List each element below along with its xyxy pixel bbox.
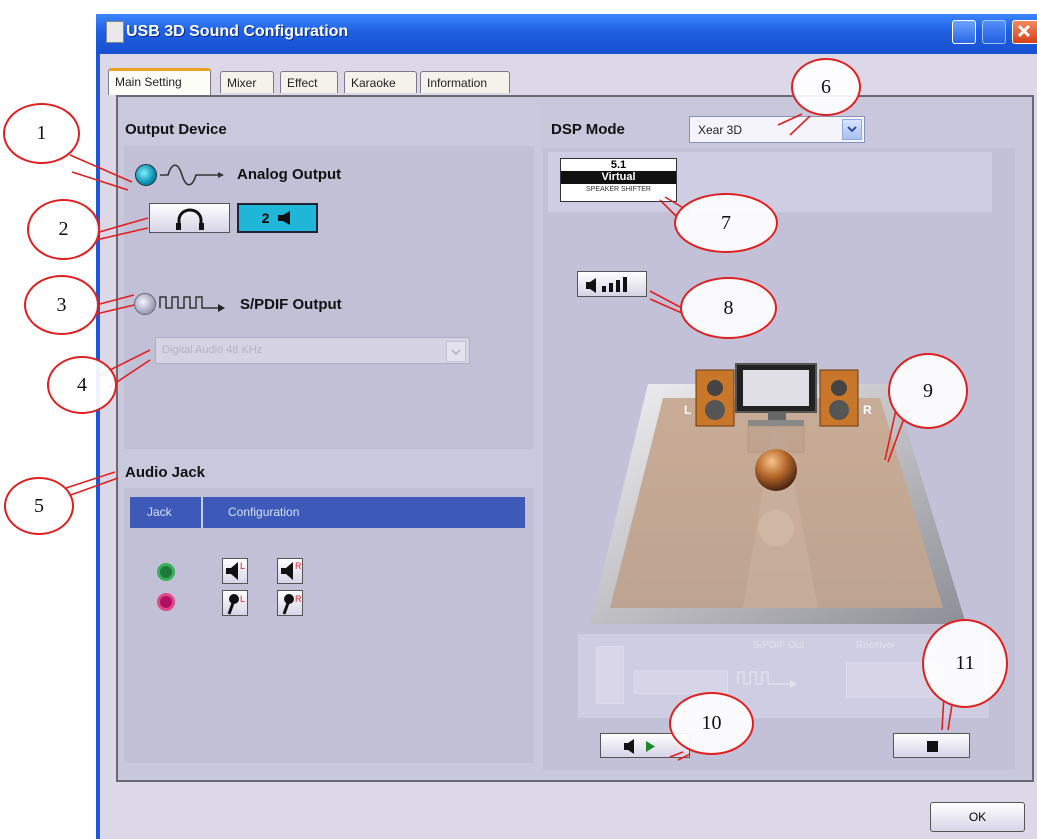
callout-9: 9 [888,353,968,429]
callout-5: 5 [4,477,74,535]
callout-11: 11 [922,619,1008,708]
callout-3: 3 [24,275,99,335]
callout-leaders [65,113,954,761]
callout-4: 4 [47,356,117,414]
callout-6: 6 [791,58,861,116]
callout-8: 8 [680,277,777,339]
callout-1: 1 [3,103,80,164]
callout-2: 2 [27,199,100,260]
callout-7: 7 [674,193,778,253]
callout-10: 10 [669,692,754,755]
